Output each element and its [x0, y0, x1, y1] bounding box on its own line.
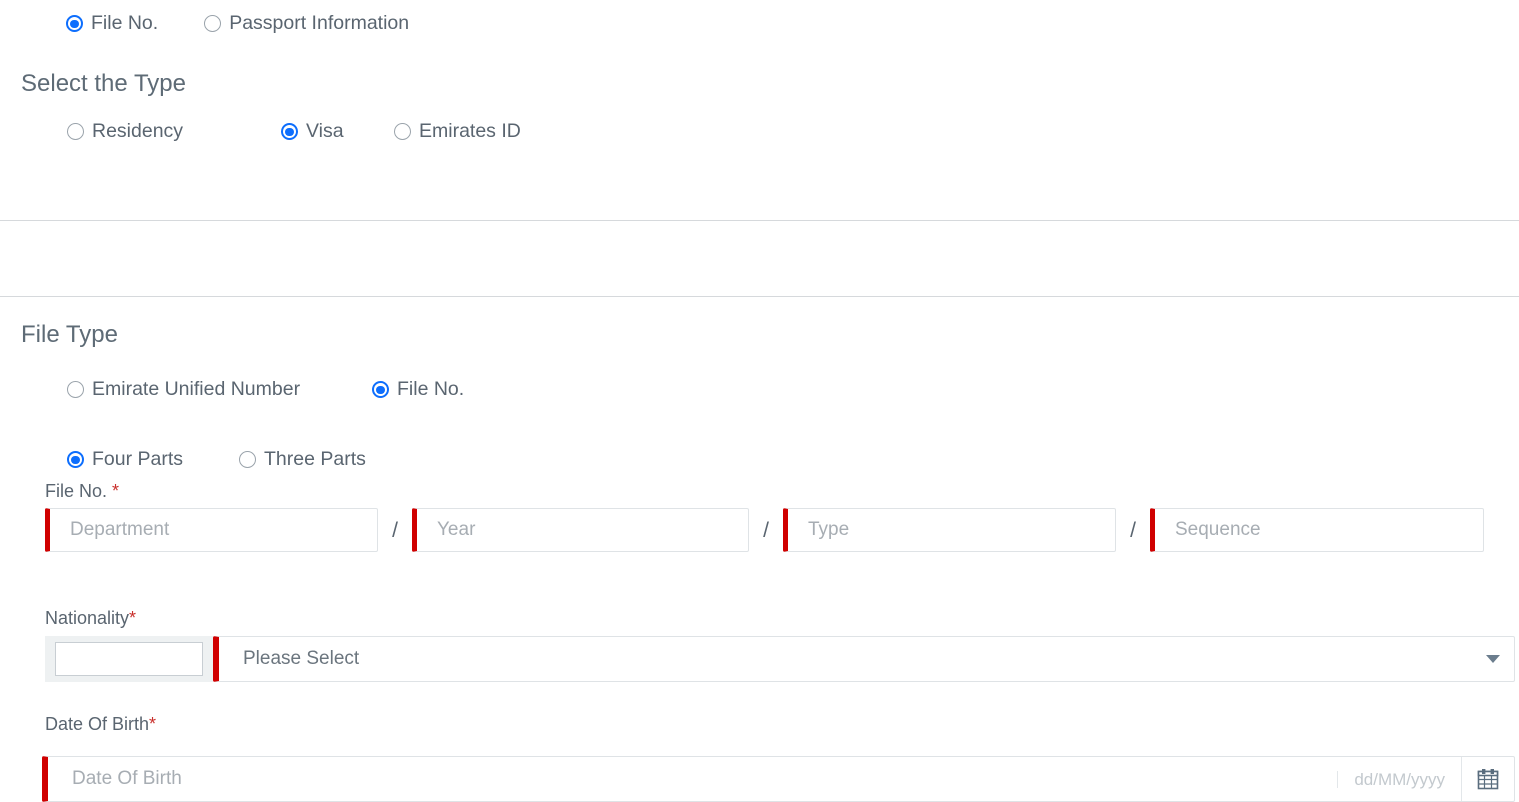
select-type-heading: Select the Type [21, 70, 186, 97]
nationality-flag-box [45, 636, 213, 682]
search-mode-option-passport-information-label: Passport Information [229, 12, 410, 34]
nationality-field-label: Nationality* [45, 609, 136, 627]
nationality-select[interactable]: Please Select [213, 636, 1515, 682]
file-no-separator-2: / [763, 518, 769, 542]
file-parts-option-three-parts-label: Three Parts [264, 448, 366, 470]
file-no-required-asterisk: * [112, 481, 120, 501]
file-parts-option-three-parts[interactable]: Three Parts [239, 448, 366, 470]
date-of-birth-format-hint: dd/MM/yyyy [1337, 770, 1461, 788]
file-type-option-emirate-unified-number-label: Emirate Unified Number [92, 378, 301, 400]
nationality-required-asterisk: * [129, 608, 137, 628]
file-parts-option-four-parts[interactable]: Four Parts [67, 448, 239, 470]
form-page: File No. Passport Information Select the… [0, 0, 1519, 802]
file-no-sequence-input[interactable]: Sequence [1150, 508, 1484, 552]
file-no-year-placeholder: Year [437, 519, 476, 540]
file-no-separator-3: / [1130, 518, 1136, 542]
file-parts-option-four-parts-label: Four Parts [92, 448, 184, 470]
chevron-down-icon[interactable] [1486, 655, 1500, 663]
file-no-type-input[interactable]: Type [783, 508, 1116, 552]
calendar-icon[interactable] [1461, 757, 1514, 801]
file-no-field-label: File No. * [45, 482, 119, 500]
select-type-option-visa[interactable]: Visa [281, 120, 394, 142]
file-type-heading: File Type [21, 321, 118, 348]
select-type-option-emirates-id-label: Emirates ID [419, 120, 521, 142]
file-no-separator-1: / [392, 518, 398, 542]
radio-icon-file-type-file-no[interactable] [372, 381, 389, 399]
radio-icon-three-parts[interactable] [239, 451, 256, 469]
file-type-option-file-no[interactable]: File No. [372, 378, 465, 400]
nationality-selected-value: Please Select [243, 648, 360, 669]
radio-icon-four-parts[interactable] [67, 451, 84, 469]
file-type-option-emirate-unified-number[interactable]: Emirate Unified Number [67, 378, 372, 400]
radio-icon-emirate-unified-number[interactable] [67, 381, 84, 399]
search-mode-option-file-no[interactable]: File No. [66, 12, 159, 34]
search-mode-option-passport-information[interactable]: Passport Information [204, 12, 410, 34]
file-type-option-file-no-label: File No. [397, 378, 465, 400]
select-type-option-visa-label: Visa [306, 120, 344, 142]
radio-icon-file-no[interactable] [66, 15, 83, 33]
file-no-year-input[interactable]: Year [412, 508, 749, 552]
section-divider-bottom [0, 296, 1519, 297]
file-no-type-placeholder: Type [808, 519, 850, 540]
radio-icon-emirates-id[interactable] [394, 123, 411, 141]
nationality-flag-placeholder [55, 642, 203, 676]
select-type-option-residency[interactable]: Residency [67, 120, 281, 142]
file-no-input-row: Department / Year / Type / Sequence [45, 508, 1515, 552]
nationality-field-label-text: Nationality [45, 608, 130, 628]
file-no-sequence-placeholder: Sequence [1175, 519, 1261, 540]
nationality-row: Please Select [45, 636, 1515, 682]
section-divider-top [0, 220, 1519, 221]
file-no-field-label-text: File No. [45, 481, 113, 501]
date-of-birth-placeholder: Date Of Birth [72, 768, 182, 789]
search-mode-radio-group: File No. Passport Information [66, 12, 410, 34]
date-of-birth-field-label: Date Of Birth* [45, 715, 156, 733]
date-of-birth-input[interactable]: Date Of Birth dd/MM/yyyy [42, 756, 1515, 802]
date-of-birth-required-asterisk: * [149, 714, 157, 734]
search-mode-option-file-no-label: File No. [91, 12, 159, 34]
date-of-birth-field-label-text: Date Of Birth [45, 714, 150, 734]
select-type-option-residency-label: Residency [92, 120, 184, 142]
file-parts-radio-group: Four Parts Three Parts [67, 448, 366, 470]
file-no-department-placeholder: Department [70, 519, 170, 540]
radio-icon-visa[interactable] [281, 123, 298, 141]
radio-icon-residency[interactable] [67, 123, 84, 141]
select-type-radio-group: Residency Visa Emirates ID [67, 120, 521, 142]
file-type-radio-group: Emirate Unified Number File No. [67, 378, 465, 400]
file-no-department-input[interactable]: Department [45, 508, 378, 552]
radio-icon-passport-information[interactable] [204, 15, 222, 33]
select-type-option-emirates-id[interactable]: Emirates ID [394, 120, 521, 142]
